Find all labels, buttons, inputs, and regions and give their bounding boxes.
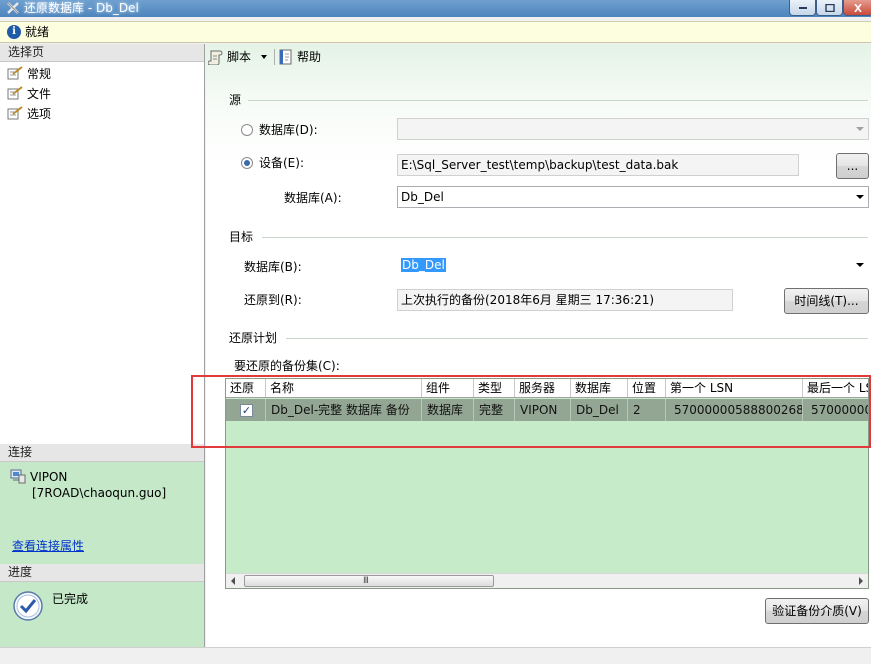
toolbar-separator — [274, 49, 275, 65]
destination-database-value: Db_Del — [401, 258, 446, 272]
source-database-select[interactable] — [397, 118, 869, 140]
page-icon — [7, 106, 23, 120]
chevron-down-icon — [856, 195, 864, 199]
source-device-radio[interactable] — [241, 157, 253, 169]
column-header-type[interactable]: 类型 — [474, 379, 515, 397]
column-header-first-lsn[interactable]: 第一个 LSN — [666, 379, 803, 397]
help-label: 帮助 — [297, 50, 322, 64]
script-icon — [208, 50, 223, 65]
scroll-left-icon[interactable] — [231, 577, 235, 585]
info-icon: i — [7, 25, 21, 39]
server-icon — [10, 469, 26, 484]
restore-plan-group-divider — [286, 338, 868, 339]
maximize-icon — [824, 4, 835, 12]
bottom-bar — [0, 647, 871, 664]
restore-to-field: 上次执行的备份(2018年6月 星期三 17:36:21) — [397, 289, 733, 311]
restore-checkbox[interactable]: ✓ — [240, 404, 253, 417]
chevron-down-icon — [856, 127, 864, 131]
left-panel: 选择页 常规 文件 选项 连接 VIPON [7ROAD\chaoqun.guo… — [0, 44, 205, 647]
view-connection-properties-link[interactable]: 查看连接属性 — [12, 538, 84, 554]
toolbar: 脚本 帮助 — [206, 44, 871, 70]
page-item-label: 选项 — [27, 107, 52, 121]
source-group-label: 源 — [229, 93, 242, 107]
column-header-name[interactable]: 名称 — [266, 379, 422, 397]
maximize-button[interactable] — [816, 0, 843, 16]
table-row[interactable]: ✓ Db_Del-完整 数据库 备份 数据库 完整 VIPON Db_Del 2… — [226, 399, 868, 421]
close-icon — [854, 4, 862, 12]
chevron-down-icon[interactable] — [260, 55, 267, 59]
destination-database-select[interactable]: Db_Del — [397, 254, 869, 276]
window-title: 还原数据库 - Db_Del — [24, 1, 139, 15]
scroll-grip: III — [363, 576, 369, 586]
connection-user: [7ROAD\chaoqun.guo] — [32, 486, 167, 500]
restore-plan-group-label: 还原计划 — [229, 331, 278, 345]
progress-header: 进度 — [0, 564, 204, 582]
device-database-label: 数据库(A): — [284, 191, 342, 205]
destination-database-label: 数据库(B): — [244, 260, 302, 274]
page-item-files[interactable]: 文件 — [7, 85, 51, 103]
source-database-label: 数据库(D): — [259, 123, 318, 137]
window-icon — [7, 2, 19, 14]
column-header-position[interactable]: 位置 — [628, 379, 666, 397]
connection-host-label: VIPON — [30, 470, 68, 484]
page-item-general[interactable]: 常规 — [7, 65, 51, 83]
position-cell: 2 — [628, 399, 666, 421]
server-cell: VIPON — [515, 399, 571, 421]
last-lsn-cell: 57000000 — [811, 403, 868, 417]
restore-to-label: 还原到(R): — [244, 293, 302, 307]
close-button[interactable] — [843, 0, 871, 16]
column-header-last-lsn[interactable]: 最后一个 LSN — [803, 379, 868, 397]
help-button[interactable]: 帮助 — [278, 49, 321, 65]
device-database-select[interactable]: Db_Del — [397, 186, 869, 208]
component-cell: 数据库 — [422, 399, 474, 421]
progress-status: 已完成 — [52, 592, 89, 606]
scrollbar-thumb[interactable]: III — [244, 575, 494, 587]
column-header-server[interactable]: 服务器 — [515, 379, 571, 397]
timeline-button[interactable]: 时间线(T)... — [784, 288, 869, 314]
horizontal-scrollbar[interactable]: III — [226, 573, 868, 588]
first-lsn-cell: 57000000588800268 — [666, 399, 803, 421]
chevron-down-icon — [856, 263, 864, 267]
check-complete-icon — [13, 591, 43, 621]
minimize-button[interactable] — [789, 0, 816, 16]
status-bar: i 就绪 — [0, 21, 871, 43]
page-item-label: 文件 — [27, 87, 52, 101]
verify-backup-media-button[interactable]: 验证备份介质(V) — [765, 598, 869, 624]
title-bar: 还原数据库 - Db_Del — [0, 0, 871, 17]
page-icon — [7, 66, 23, 80]
help-icon — [279, 49, 292, 65]
connection-header: 连接 — [0, 444, 204, 462]
connection-host: VIPON — [10, 468, 67, 485]
script-button[interactable]: 脚本 — [208, 49, 267, 65]
device-database-value: Db_Del — [401, 190, 444, 204]
destination-group-label: 目标 — [229, 230, 254, 244]
backup-sets-label: 要还原的备份集(C): — [234, 359, 340, 373]
scroll-right-icon[interactable] — [859, 577, 863, 585]
source-device-path-field[interactable]: E:\Sql_Server_test\temp\backup\test_data… — [397, 154, 799, 176]
column-header-component[interactable]: 组件 — [422, 379, 474, 397]
source-database-radio[interactable] — [241, 124, 253, 136]
page-icon — [7, 86, 23, 100]
main-panel: 脚本 帮助 源 数据库(D): 设备(E): E:\Sql_Server_tes… — [206, 44, 871, 647]
database-cell: Db_Del — [571, 399, 628, 421]
pages-header: 选择页 — [0, 44, 204, 62]
restore-cell: ✓ — [226, 399, 266, 421]
column-header-database[interactable]: 数据库 — [571, 379, 628, 397]
minimize-icon — [798, 7, 807, 9]
status-text: 就绪 — [25, 25, 50, 39]
column-header-restore[interactable]: 还原 — [226, 379, 266, 397]
backup-sets-grid[interactable]: 还原 名称 组件 类型 服务器 数据库 位置 第一个 LSN 最后一个 LSN … — [225, 378, 869, 589]
page-item-options[interactable]: 选项 — [7, 105, 51, 123]
source-group-divider — [248, 100, 868, 101]
type-cell: 完整 — [474, 399, 515, 421]
script-label: 脚本 — [227, 50, 252, 64]
source-device-label: 设备(E): — [259, 156, 304, 170]
destination-group-divider — [262, 237, 868, 238]
grid-header: 还原 名称 组件 类型 服务器 数据库 位置 第一个 LSN 最后一个 LSN — [226, 379, 868, 398]
page-item-label: 常规 — [27, 67, 52, 81]
name-cell: Db_Del-完整 数据库 备份 — [266, 399, 422, 421]
browse-device-button[interactable]: ... — [836, 153, 869, 179]
